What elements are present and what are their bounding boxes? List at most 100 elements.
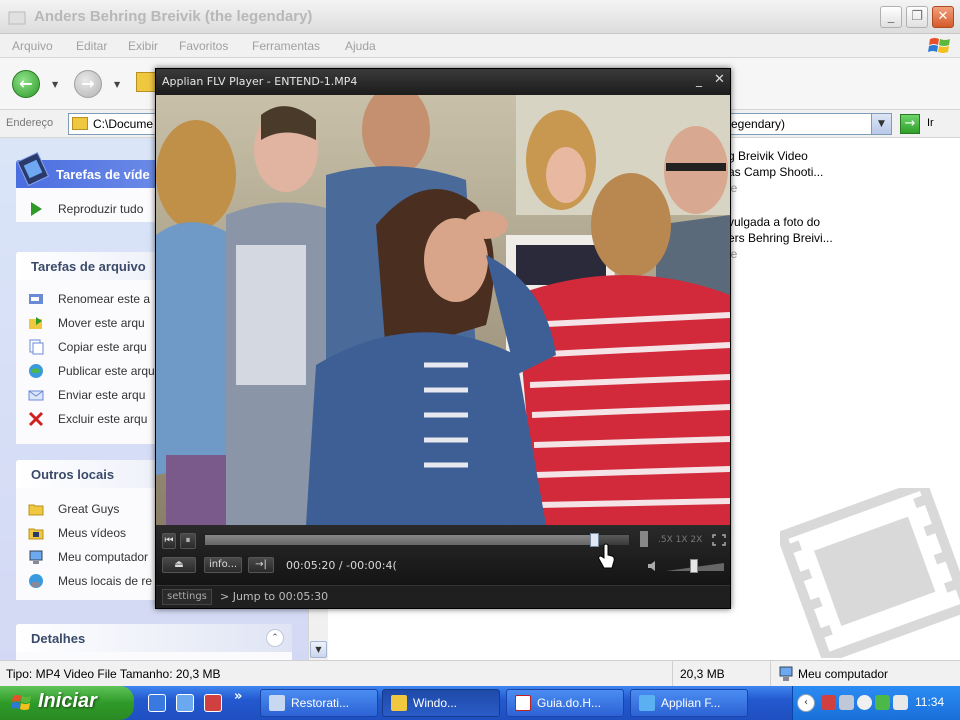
player-close-button[interactable]: ✕ [714,72,725,87]
address-value-start: C:\Docume [93,117,154,131]
other-places-title: Outros locais [31,467,115,482]
window-title: Anders Behring Breivik (the legendary) [34,8,313,25]
file-type: le [728,181,738,195]
details-panel: Detalhes ⌃ [16,624,292,660]
folder-icon [391,695,407,711]
flv-player-window: Applian FLV Player - ENTEND-1.MP4 _ ✕ ⏮ … [155,68,731,609]
place-great-guys-label: Great Guys [58,502,120,516]
status-location: Meu computador [798,667,889,681]
player-status-bar: settings > Jump to 00:05:30 [156,585,730,608]
close-button[interactable]: ✕ [932,6,954,28]
speed-selector[interactable]: .5X 1X 2X [658,535,702,545]
taskbar-button-explorer[interactable]: Windo... [382,689,500,717]
internet-explorer-icon[interactable] [148,694,166,712]
pause-icon[interactable]: ⏸ [180,533,196,549]
copy-icon [29,339,44,355]
task-delete-label: Excluir este arqu [58,412,148,426]
go-button-label[interactable]: Ir [927,117,934,129]
taskbar-button-restoration[interactable]: Restorati... [260,689,378,717]
start-button[interactable]: Iniciar [0,686,134,720]
mouse-cursor-icon [598,543,615,569]
task-play-all-label: Reproduzir tudo [58,202,144,216]
file-type: le [728,247,738,261]
task-email-label: Enviar este arqu [58,388,146,402]
my-computer-icon [779,666,793,681]
player-minimize-button[interactable]: _ [696,73,702,87]
video-display[interactable] [156,95,730,525]
file-item[interactable]: vulgada a foto do ers Behring Breivi... … [728,214,833,262]
my-computer-icon [29,550,43,564]
status-divider [770,661,771,687]
system-tray: ‹ 11:34 [792,686,960,720]
menu-favoritos[interactable]: Favoritos [179,39,228,53]
address-label: Endereço [6,117,54,129]
status-file-info: Tipo: MP4 Video File Tamanho: 20,3 MB [6,667,221,681]
go-arrow-icon[interactable]: → [900,114,920,134]
settings-button[interactable]: settings [162,589,212,605]
menu-exibir[interactable]: Exibir [128,39,158,53]
player-title-bar: Applian FLV Player - ENTEND-1.MP4 _ ✕ [156,69,730,95]
status-size: 20,3 MB [680,667,725,681]
forward-button[interactable]: → [74,70,102,98]
quicklaunch-globe-icon[interactable] [176,694,194,712]
taskbar-button-label: Guia.do.H... [537,696,602,710]
seek-bar[interactable] [204,533,630,547]
start-label: Iniciar [38,690,97,712]
tray-security-icon[interactable] [821,695,836,710]
forward-arrow-icon: → [81,74,95,93]
quicklaunch-more-button[interactable]: » [234,689,242,704]
network-places-icon [29,574,43,588]
back-dropdown-icon[interactable]: ▼ [52,80,58,89]
menu-ajuda[interactable]: Ajuda [345,39,376,53]
jump-to-icon[interactable]: →| [248,557,274,573]
menu-arquivo[interactable]: Arquivo [12,39,53,53]
tray-expand-button[interactable]: ‹ [797,694,815,712]
video-tasks-title: Tarefas de víde [56,167,150,182]
video-frame-image [156,95,730,525]
status-divider [672,661,673,687]
status-bar: Tipo: MP4 Video File Tamanho: 20,3 MB 20… [0,660,960,687]
taskbar-button-label: Windo... [413,696,458,710]
address-dropdown-button[interactable]: ▼ [871,114,891,134]
tray-update-icon[interactable] [875,695,890,710]
folder-icon [28,504,44,516]
menu-editar[interactable]: Editar [76,39,107,53]
eject-icon[interactable]: ⏏ [162,557,196,573]
folder-app-icon [8,11,26,25]
fullscreen-icon[interactable] [712,534,726,546]
task-rename-label: Renomear este a [58,292,151,306]
forward-dropdown-icon[interactable]: ▼ [114,80,120,89]
delete-icon [28,411,44,427]
file-item[interactable]: g Breivik Video as Camp Shooti... le [728,148,823,196]
rename-icon [29,294,43,304]
maximize-button[interactable]: ❐ [906,6,928,28]
taskbar-button-label: Applian F... [661,696,721,710]
applian-player-icon [639,695,655,711]
tray-app-icon[interactable] [893,695,908,710]
back-arrow-icon: ← [19,74,33,93]
tray-volume-icon[interactable] [857,695,872,710]
info-button[interactable]: info... [204,557,242,573]
address-value-end: egendary) [731,117,786,131]
details-header[interactable]: Detalhes ⌃ [16,624,292,652]
move-icon [29,317,42,329]
taskbar-button-applian[interactable]: Applian F... [630,689,748,717]
clock[interactable]: 11:34 [915,695,944,709]
film-strip-watermark-icon [780,488,960,658]
menu-ferramentas[interactable]: Ferramentas [252,39,320,53]
minimize-button[interactable]: _ [880,6,902,28]
skip-to-start-icon[interactable]: ⏮ [162,533,176,549]
quicklaunch-media-icon[interactable] [204,694,222,712]
windows-logo-icon [928,38,950,53]
taskbar-button-label: Restorati... [291,696,350,710]
file-name-line2: ers Behring Breivi... [728,231,833,245]
player-status-message: > Jump to 00:05:30 [220,590,329,603]
chevron-up-icon[interactable]: ⌃ [266,629,284,647]
back-button[interactable]: ← [12,70,40,98]
volume-icon[interactable] [648,560,658,572]
seek-end-marker [640,531,648,547]
tray-network-icon[interactable] [839,695,854,710]
scroll-down-button[interactable]: ▼ [310,641,327,658]
taskbar-button-pdf[interactable]: Guia.do.H... [506,689,624,717]
volume-thumb[interactable] [690,559,698,573]
